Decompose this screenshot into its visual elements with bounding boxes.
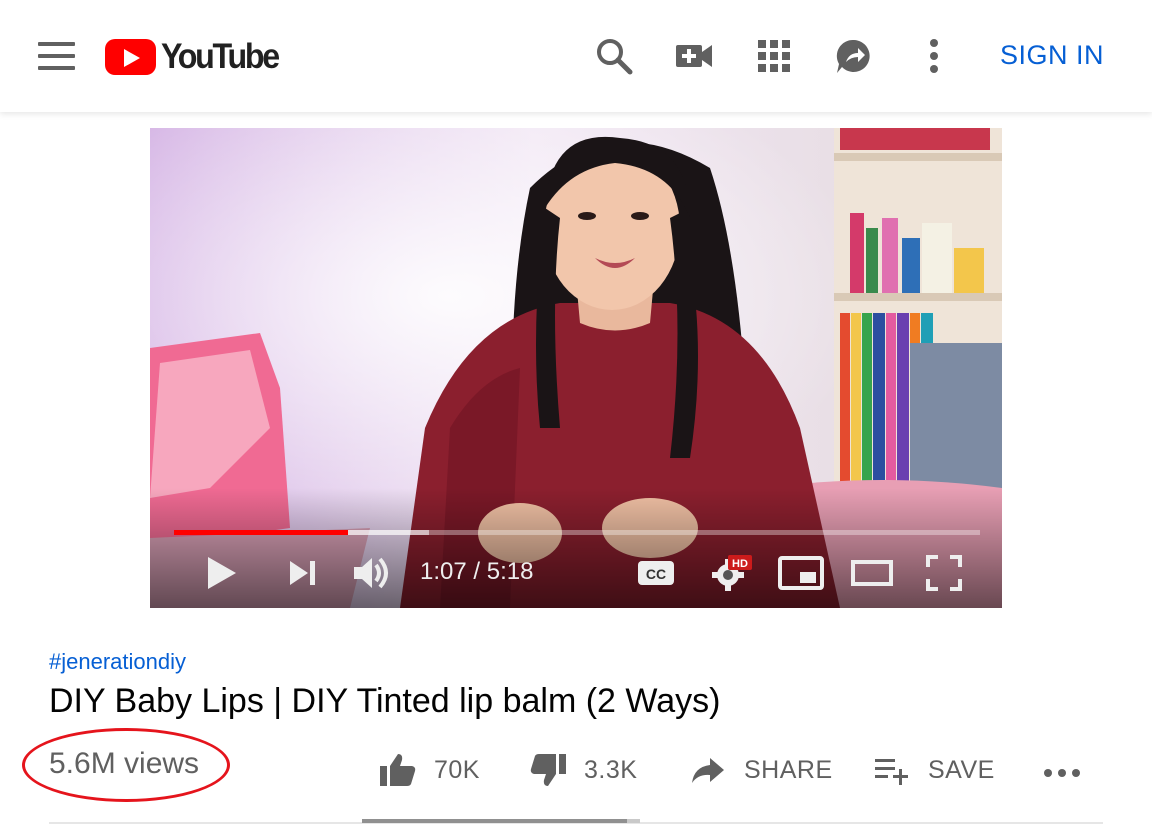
apps-grid-icon[interactable]	[754, 36, 794, 76]
video-title: DIY Baby Lips | DIY Tinted lip balm (2 W…	[49, 682, 721, 720]
red-annotation-circle	[22, 728, 230, 802]
share-label: SHARE	[744, 755, 833, 784]
more-vert-icon[interactable]	[914, 36, 954, 76]
hd-badge: HD	[732, 558, 748, 570]
sign-in-button[interactable]: SIGN IN	[1000, 40, 1104, 71]
fullscreen-button[interactable]	[924, 553, 964, 593]
playlist-add-icon	[875, 759, 908, 785]
share-icon	[692, 758, 724, 783]
captions-button[interactable]: CC	[636, 553, 676, 593]
save-label: SAVE	[928, 755, 995, 784]
theater-icon	[851, 560, 893, 586]
miniplayer-icon	[778, 556, 824, 590]
youtube-play-icon	[105, 39, 156, 75]
volume-icon	[354, 557, 388, 589]
youtube-wordmark: YouTube	[161, 37, 280, 76]
search-icon[interactable]	[594, 36, 634, 76]
next-button[interactable]	[282, 553, 322, 593]
share-button[interactable]: SHARE	[688, 748, 833, 792]
like-button[interactable]: 70K	[378, 748, 480, 792]
dislike-button[interactable]: 3.3K	[528, 748, 637, 792]
theater-button[interactable]	[850, 553, 894, 593]
thumbs-up-icon	[380, 754, 416, 786]
menu-icon[interactable]	[38, 42, 75, 70]
settings-button[interactable]: HD	[708, 553, 756, 593]
captions-label: CC	[646, 566, 666, 582]
dislike-count: 3.3K	[584, 755, 638, 784]
progress-played	[174, 530, 348, 535]
play-icon	[208, 557, 236, 589]
create-video-icon[interactable]	[674, 36, 714, 76]
play-button[interactable]	[202, 553, 242, 593]
like-count: 70K	[434, 755, 480, 784]
sentiment-bar-likes	[362, 819, 627, 823]
time-display: 1:07 / 5:18	[420, 558, 534, 585]
settings-icon: HD	[712, 555, 752, 591]
more-actions-icon[interactable]	[1044, 766, 1084, 780]
fullscreen-icon	[926, 555, 962, 591]
messages-icon[interactable]	[834, 36, 874, 76]
youtube-logo[interactable]: YouTube	[105, 37, 288, 76]
save-button[interactable]: SAVE	[872, 748, 995, 792]
top-app-bar: YouTube SIGN IN	[0, 0, 1152, 112]
miniplayer-button[interactable]	[778, 553, 824, 593]
thumbs-down-icon	[530, 754, 566, 786]
captions-icon: CC	[638, 561, 674, 585]
video-player[interactable]: 1:07 / 5:18 CC HD	[150, 128, 1002, 608]
hashtag-link[interactable]: #jenerationdiy	[49, 649, 186, 675]
next-icon	[290, 561, 315, 585]
volume-button[interactable]	[350, 553, 394, 593]
